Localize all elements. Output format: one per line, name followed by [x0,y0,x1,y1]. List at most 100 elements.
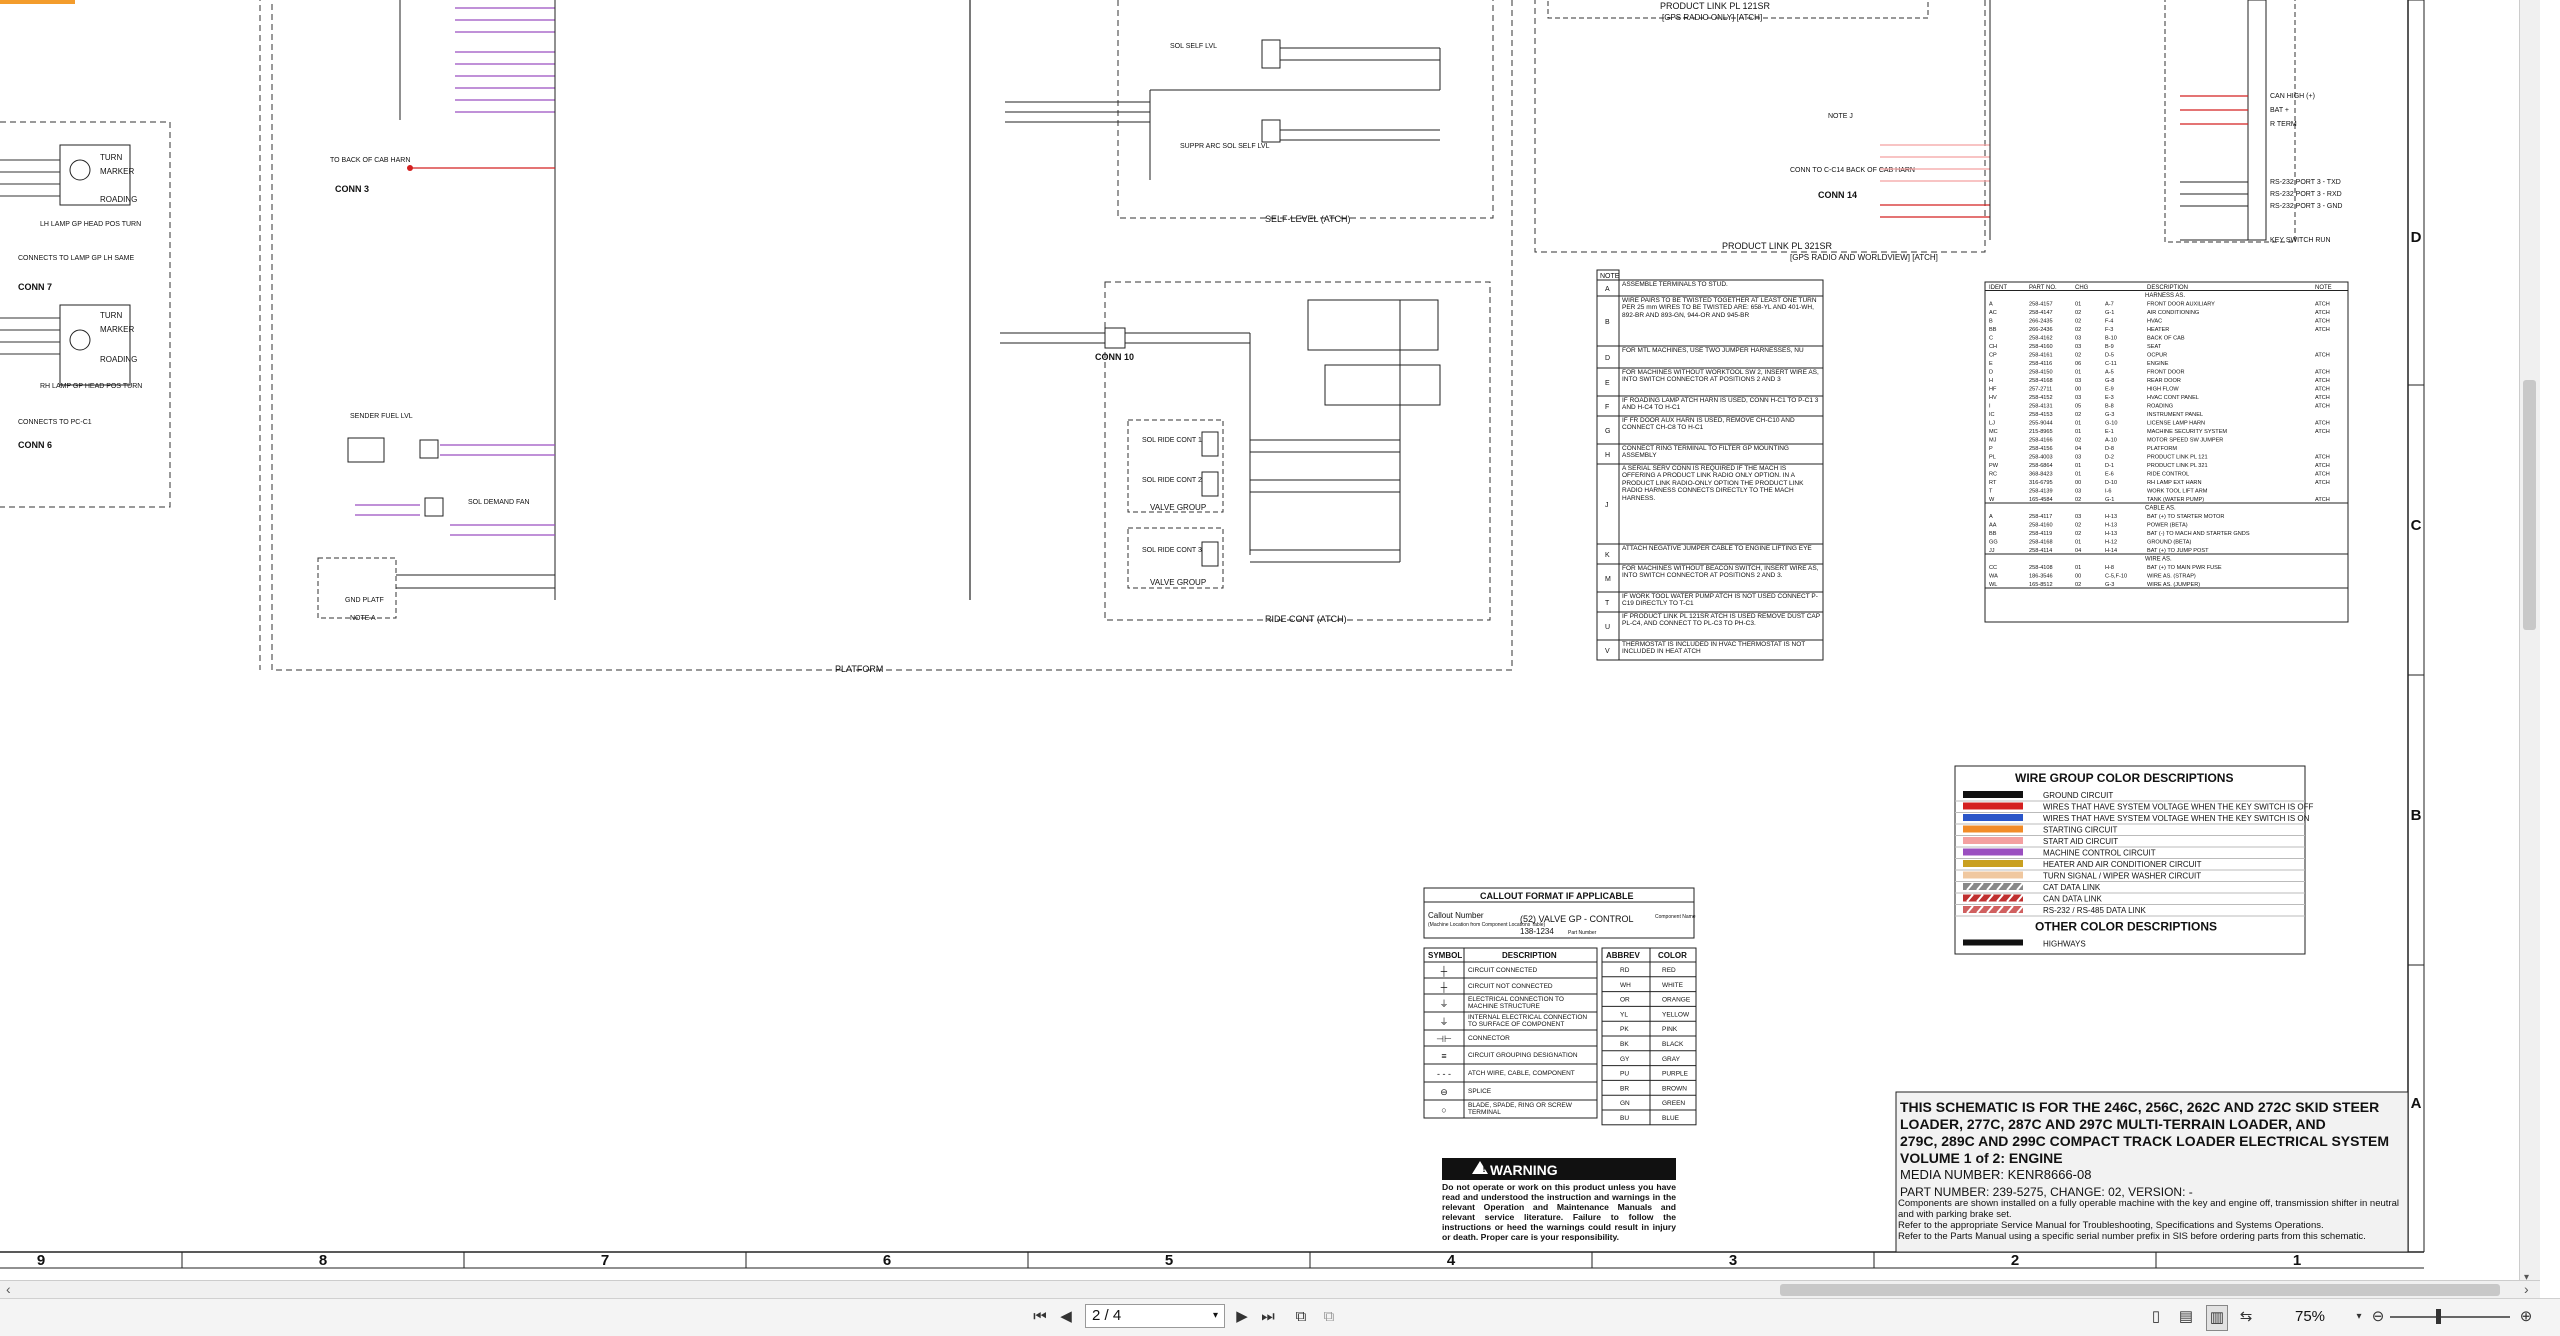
harness-cell: D-5 [2105,353,2114,359]
column-grid: 9 8 7 6 5 4 3 2 1 [37,1252,2301,1269]
zoom-slider-knob[interactable] [2436,1309,2441,1324]
harness-cell: A [1989,514,1993,520]
harness-cell: A-10 [2105,438,2117,444]
harness-cell: INSTRUMENT PANEL [2147,412,2203,418]
harness-cell: ENGINE [2147,361,2169,367]
next-page-icon[interactable]: ▶ [1232,1305,1252,1329]
scroll-down-arrow-icon[interactable]: ▾ [2524,1272,2529,1280]
page-number-value: 2 / 4 [1092,1307,1122,1324]
rotate-view-icon[interactable]: ⇆ [2236,1305,2256,1329]
harness-cell: BB [1989,327,1997,333]
copy-icon[interactable]: ⧉ [1290,1305,1312,1329]
page-number-input[interactable]: 2 / 4 ▾ [1085,1304,1225,1328]
harness-cell: 01 [2075,421,2081,427]
vertical-scrollbar[interactable]: ▾ [2519,0,2540,1280]
lamp-roading-label-2: ROADING [100,355,137,364]
lamp-turn-label: TURN [100,153,122,162]
warning-body: Do not operate or work on this product u… [1442,1182,1676,1242]
harness-cell: 02 [2075,531,2081,537]
abbrev-color: BROWN [1662,1085,1687,1092]
harness-cell: 04 [2075,548,2081,554]
harness-cell: HVAC CONT PANEL [2147,395,2199,401]
harness-cell: GROUND (BETA) [2147,540,2191,546]
harness-cell: WORK TOOL LIFT ARM [2147,489,2208,495]
scroll-left-arrow-icon[interactable]: ‹ [6,1281,11,1297]
harness-cell: 258-4166 [2029,438,2053,444]
abbrev-color: GREEN [1662,1100,1685,1107]
harness-cell: BAT (+) TO STARTER MOTOR [2147,514,2224,520]
title-note-1: Components are shown installed on a full… [1898,1198,2399,1220]
horizontal-scrollbar[interactable]: ‹ › [0,1280,2540,1299]
symbol-description: ATCH WIRE, CABLE, COMPONENT [1468,1069,1575,1077]
page-dropdown-icon[interactable]: ▾ [1213,1305,1218,1327]
harness-cell: TANK (WATER PUMP) [2147,497,2204,503]
harness-cell: 258-4160 [2029,523,2053,529]
previous-page-icon[interactable]: ◀ [1056,1305,1076,1329]
zoom-dropdown-icon[interactable]: ▾ [2352,1305,2366,1329]
single-page-view-icon[interactable]: ▯ [2146,1305,2166,1329]
zoom-level[interactable]: 75% [2295,1305,2325,1329]
harness-cell: 186-3546 [2029,574,2053,580]
symbol-glyph: ┼ [1440,965,1448,977]
harness-cell: ATCH [2315,378,2330,384]
harness-cell: 266-2435 [2029,319,2053,325]
continuous-view-icon[interactable]: ▤ [2176,1305,2196,1329]
first-page-icon[interactable]: ⏮ [1030,1305,1050,1329]
harness-cell: 02 [2075,327,2081,333]
note-text: CONNECT RING TERMINAL TO FILTER GP MOUNT… [1622,445,1789,460]
symbol-description: INTERNAL ELECTRICAL CONNECTION TO SURFAC… [1468,1014,1588,1028]
zoom-out-icon[interactable]: ⊖ [2368,1305,2388,1329]
harness-cell: 03 [2075,489,2081,495]
harness-cell: 368-8423 [2029,472,2053,478]
svg-text:!: ! [1482,1164,1485,1175]
abbrev-code: RD [1620,967,1630,974]
pl121-sub: [GPS RADIO ONLY] [ATCH] [1662,13,1762,22]
zoom-slider[interactable] [2390,1316,2510,1318]
symbol-description: CIRCUIT NOT CONNECTED [1468,982,1553,990]
grid-column-label: 2 [2011,1252,2019,1269]
harness-section: WIRE AS. [2145,557,2172,563]
facing-view-icon[interactable]: ▥ [2206,1305,2228,1331]
harness-cell: HF [1989,387,1997,393]
harness-cell: 03 [2075,378,2081,384]
vertical-scroll-thumb[interactable] [2523,380,2536,630]
notes-table: NOTE A ASSEMBLE TERMINALS TO STUD. B WIRE PA… [1596,269,1824,661]
harness-cell: 258-4168 [2029,540,2053,546]
conn-10-label: CONN 10 [1095,352,1134,362]
harness-cell: ATCH [2315,455,2330,461]
paste-icon[interactable]: ⧉ [1318,1305,1340,1329]
wire-color-item: TURN SIGNAL / WIPER WASHER CIRCUIT [2043,872,2201,881]
harness-cell: HEATER [2147,327,2169,333]
harness-cell: D-8 [2105,446,2114,452]
note-key: A [1605,286,1610,293]
wire-color-legend: WIRE GROUP COLOR DESCRIPTIONS GROUND CIRC… [1954,765,2314,955]
right-label-can-high: CAN HIGH (+) [2270,93,2315,100]
note-key: G [1605,428,1610,435]
grid-column-label: 7 [601,1252,609,1269]
scroll-right-arrow-icon[interactable]: › [2524,1281,2529,1297]
harness-cell: D [1989,370,1993,376]
harness-cell: ATCH [2315,404,2330,410]
note-text: IF PRODUCT LINK PL 121SR ATCH IS USED RE… [1622,613,1820,628]
symbol-header: SYMBOL [1428,951,1462,960]
abbrev-color: ORANGE [1662,997,1691,1004]
valve-group-2: VALVE GROUP [1150,578,1206,587]
harness-cell: 02 [2075,310,2081,316]
abbrev-color: PINK [1662,1026,1678,1033]
symbol-glyph: ┼ [1440,981,1448,993]
conn-7-label: CONN 7 [18,282,52,292]
harness-cell: BAT (+) TO JUMP POST [2147,548,2209,554]
harness-cell: 258-4153 [2029,412,2053,418]
harness-cell: HIGH FLOW [2147,387,2179,393]
symbol-description: ELECTRICAL CONNECTION TO MACHINE STRUCTU… [1468,996,1564,1010]
zoom-in-icon[interactable]: ⊕ [2516,1305,2536,1329]
note-key: B [1605,319,1610,326]
grid-column-label: 8 [319,1252,327,1269]
horizontal-scroll-thumb[interactable] [1780,1284,2500,1296]
harness-cell: 266-2436 [2029,327,2053,333]
abbrev-color: RED [1662,967,1676,974]
grid-row-label: B [2411,807,2422,824]
right-label-rs232-gnd: RS-232 PORT 3 - GND [2270,203,2343,210]
last-page-icon[interactable]: ⏭ [1258,1305,1278,1329]
symbol-description: CIRCUIT GROUPING DESIGNATION [1468,1051,1578,1059]
